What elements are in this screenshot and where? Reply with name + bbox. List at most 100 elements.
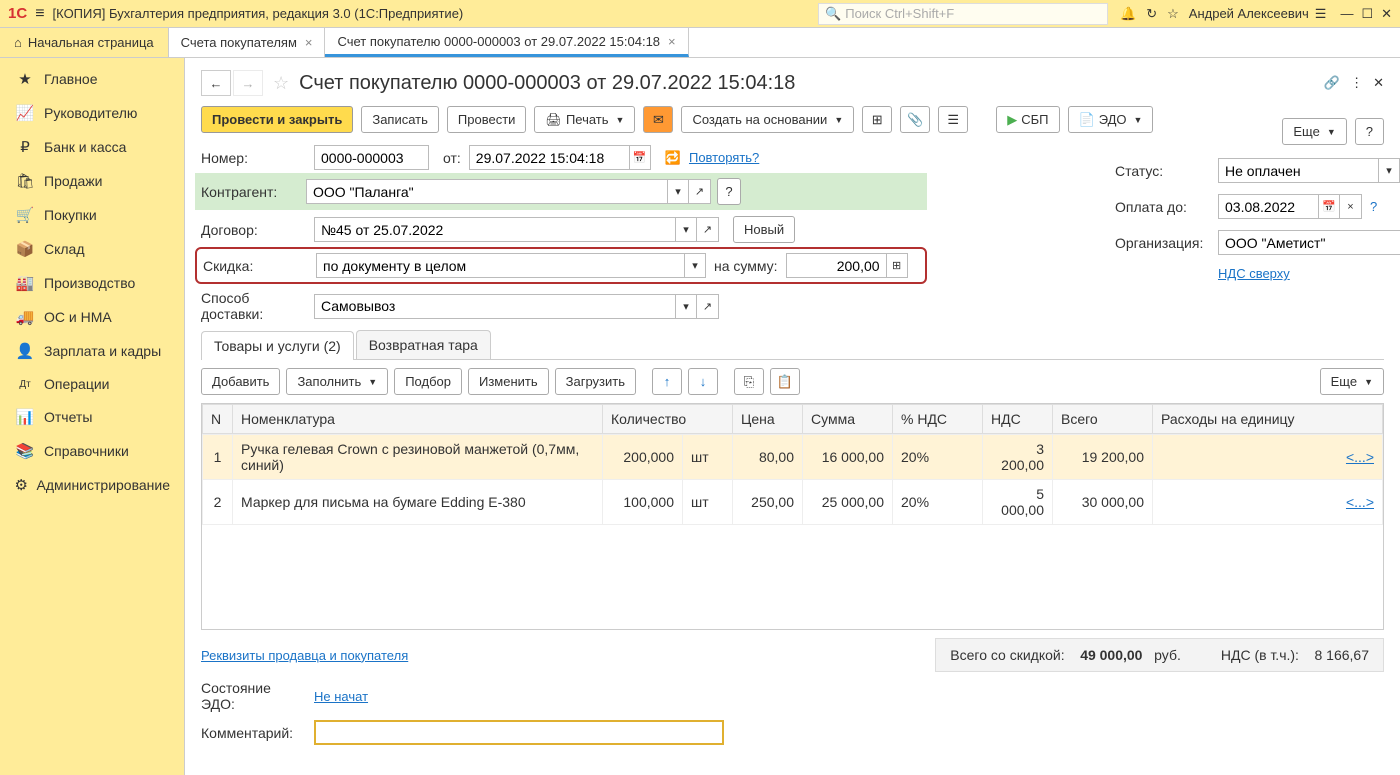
post-and-close-button[interactable]: Провести и закрыть <box>201 106 353 133</box>
list-button[interactable]: ☰ <box>938 106 968 133</box>
open-icon[interactable]: ↗ <box>697 217 719 242</box>
sidebar-item-purchases[interactable]: 🛒Покупки <box>0 198 184 232</box>
col-n[interactable]: N <box>203 405 233 434</box>
more-menu-icon[interactable]: ⋮ <box>1350 75 1363 91</box>
delivery-input[interactable] <box>314 294 675 319</box>
dropdown-icon[interactable]: ▾ <box>675 294 697 319</box>
attachments-button[interactable]: 📎 <box>900 106 930 133</box>
sidebar-item-reports[interactable]: 📊Отчеты <box>0 400 184 434</box>
add-row-button[interactable]: Добавить <box>201 368 280 395</box>
maximize-icon[interactable]: ☐ <box>1361 6 1373 22</box>
table-row[interactable]: 1 Ручка гелевая Crown с резиновой манжет… <box>203 435 1383 480</box>
col-sum[interactable]: Сумма <box>803 405 893 434</box>
paste-button[interactable]: 📋 <box>770 368 800 395</box>
tab-tare[interactable]: Возвратная тара <box>356 330 491 359</box>
requisites-link[interactable]: Реквизиты продавца и покупателя <box>201 648 408 663</box>
col-price[interactable]: Цена <box>733 405 803 434</box>
back-button[interactable]: ← <box>201 70 231 96</box>
more-button[interactable]: Еще▼ <box>1282 118 1346 145</box>
user-name[interactable]: Андрей Алексеевич <box>1189 6 1309 21</box>
home-tab[interactable]: ⌂ Начальная страница <box>0 28 169 57</box>
sidebar-item-assets[interactable]: 🚚ОС и НМА <box>0 300 184 334</box>
menu-icon[interactable]: ≡ <box>35 5 44 23</box>
email-button[interactable]: ✉ <box>643 106 673 133</box>
sidebar-item-manager[interactable]: 📈Руководителю <box>0 96 184 130</box>
sidebar-item-salary[interactable]: 👤Зарплата и кадры <box>0 334 184 368</box>
edit-row-button[interactable]: Изменить <box>468 368 549 395</box>
favorite-star-icon[interactable]: ☆ <box>273 73 289 94</box>
repeat-icon[interactable]: 🔁 <box>665 150 681 166</box>
col-total[interactable]: Всего <box>1053 405 1153 434</box>
col-item[interactable]: Номенклатура <box>233 405 603 434</box>
fill-button[interactable]: Заполнить▼ <box>286 368 388 395</box>
sidebar-item-warehouse[interactable]: 📦Склад <box>0 232 184 266</box>
dropdown-icon[interactable]: ▾ <box>675 217 697 242</box>
discount-type-input[interactable] <box>316 253 684 278</box>
org-input[interactable] <box>1218 230 1400 255</box>
discount-amount-input[interactable] <box>786 253 886 278</box>
calculator-icon[interactable]: ⊞ <box>886 253 908 278</box>
sidebar-item-catalogs[interactable]: 📚Справочники <box>0 434 184 468</box>
star-icon[interactable]: ☆ <box>1167 6 1179 22</box>
open-icon[interactable]: ↗ <box>689 179 711 204</box>
calendar-icon[interactable]: 📅 <box>629 145 651 170</box>
repeat-link[interactable]: Повторять? <box>689 150 759 165</box>
post-button[interactable]: Провести <box>447 106 527 133</box>
forward-button[interactable]: → <box>233 70 263 96</box>
dropdown-icon[interactable]: ▾ <box>684 253 706 278</box>
comment-input[interactable] <box>314 720 724 745</box>
load-button[interactable]: Загрузить <box>555 368 636 395</box>
edo-button[interactable]: 📄ЭДО▼ <box>1068 106 1154 133</box>
user-menu-icon[interactable]: ☰ <box>1315 6 1327 22</box>
move-down-button[interactable]: ↓ <box>688 368 718 395</box>
copy-button[interactable]: ⎘ <box>734 368 764 395</box>
vat-link[interactable]: НДС сверху <box>1218 266 1290 281</box>
link-icon[interactable]: 🔗 <box>1324 75 1340 91</box>
col-vat-pct[interactable]: % НДС <box>893 405 983 434</box>
print-button[interactable]: 🖨Печать▼ <box>534 106 635 133</box>
edo-state-link[interactable]: Не начат <box>314 689 368 704</box>
save-button[interactable]: Записать <box>361 106 439 133</box>
tab-invoice-doc[interactable]: Счет покупателю 0000-000003 от 29.07.202… <box>325 28 688 57</box>
table-more-button[interactable]: Еще▼ <box>1320 368 1384 395</box>
structure-button[interactable]: ⊞ <box>862 106 892 133</box>
clear-icon[interactable]: × <box>1340 194 1362 219</box>
unit-cost-link[interactable]: <...> <box>1346 449 1374 465</box>
move-up-button[interactable]: ↑ <box>652 368 682 395</box>
table-row[interactable]: 2 Маркер для письма на бумаге Edding E-3… <box>203 480 1383 525</box>
close-icon[interactable]: × <box>305 35 313 50</box>
status-input[interactable] <box>1218 158 1378 183</box>
dropdown-icon[interactable]: ▾ <box>1378 158 1400 183</box>
pay-until-help[interactable]: ? <box>1370 199 1377 214</box>
pay-until-input[interactable] <box>1218 194 1318 219</box>
tab-invoices-list[interactable]: Счета покупателям × <box>169 28 326 57</box>
new-contract-button[interactable]: Новый <box>733 216 795 243</box>
pick-button[interactable]: Подбор <box>394 368 462 395</box>
counterparty-input[interactable] <box>306 179 667 204</box>
sidebar-item-main[interactable]: ★Главное <box>0 62 184 96</box>
contract-input[interactable] <box>314 217 675 242</box>
global-search[interactable]: 🔍 Поиск Ctrl+Shift+F <box>818 3 1108 25</box>
sidebar-item-admin[interactable]: ⚙Администрирование <box>0 468 184 502</box>
close-icon[interactable]: ✕ <box>1381 6 1392 22</box>
close-icon[interactable]: × <box>668 34 676 49</box>
counterparty-help-button[interactable]: ? <box>717 178 741 205</box>
calendar-icon[interactable]: 📅 <box>1318 194 1340 219</box>
help-button[interactable]: ? <box>1355 118 1384 145</box>
close-icon[interactable]: ✕ <box>1373 75 1384 91</box>
tab-goods[interactable]: Товары и услуги (2) <box>201 331 354 360</box>
sbp-button[interactable]: ▶СБП <box>996 106 1059 133</box>
col-qty[interactable]: Количество <box>603 405 733 434</box>
sidebar-item-bank[interactable]: ₽Банк и касса <box>0 130 184 164</box>
date-input[interactable] <box>469 145 629 170</box>
bell-icon[interactable]: 🔔 <box>1120 6 1136 22</box>
history-icon[interactable]: ↻ <box>1146 6 1157 22</box>
sidebar-item-sales[interactable]: 🛍Продажи <box>0 164 184 198</box>
unit-cost-link[interactable]: <...> <box>1346 494 1374 510</box>
sidebar-item-operations[interactable]: ДтОперации <box>0 368 184 400</box>
col-unit-cost[interactable]: Расходы на единицу <box>1153 405 1383 434</box>
col-vat[interactable]: НДС <box>983 405 1053 434</box>
minimize-icon[interactable]: — <box>1340 6 1353 22</box>
dropdown-icon[interactable]: ▾ <box>667 179 689 204</box>
open-icon[interactable]: ↗ <box>697 294 719 319</box>
